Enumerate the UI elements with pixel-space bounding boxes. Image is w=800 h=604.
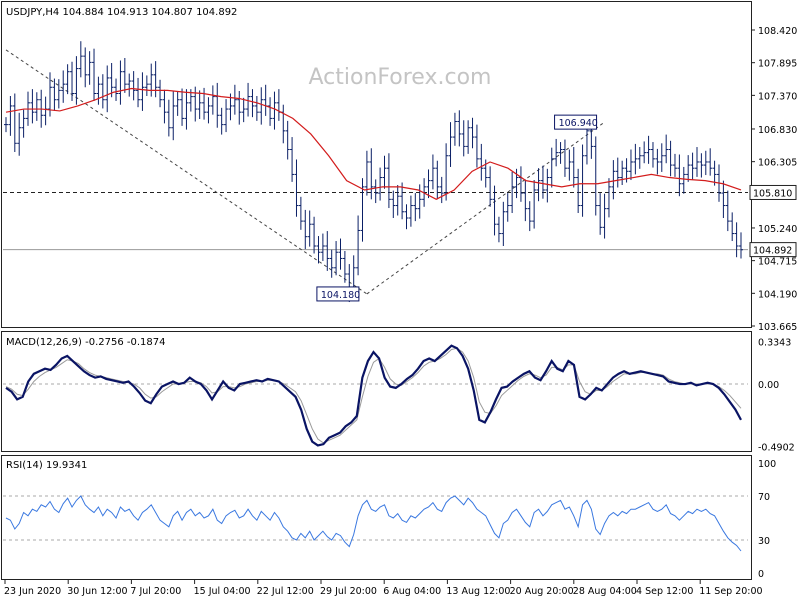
price-tick-label: 108.420 [758,26,797,37]
x-tick-label: 23 Jun 2020 [4,586,61,597]
macd-header: MACD(12,26,9) -0.2756 -0.1874 [6,337,166,348]
macd-tick-label: 0.00 [758,380,779,391]
chart-window: ActionForex.com 106.940 104.180 108.420 10… [0,0,800,600]
rsi-tick-label: 100 [758,459,776,470]
price-tick-label: 104.715 [758,257,797,268]
x-tick-label: 22 Jul 12:00 [257,586,314,597]
x-tick-label: 29 Jul 20:00 [320,586,377,597]
macd-tick-label: -0.4902 [758,443,795,454]
x-tick-label: 13 Aug 12:00 [446,586,510,597]
price-tick-label: 106.830 [758,125,797,136]
rsi-tick-label: 0 [758,569,764,580]
watermark: ActionForex.com [309,65,492,90]
price-tick-label: 107.895 [758,59,797,70]
price-annotation: 106.940 [559,118,598,129]
level-label: 105.810 [753,188,792,199]
x-tick-label: 28 Aug 04:00 [573,586,637,597]
x-tick-label: 4 Sep 12:00 [636,586,693,597]
macd-tick-label: 0.3343 [758,337,791,348]
rsi-tick-label: 30 [758,536,770,547]
price-tick-label: 105.240 [758,224,797,235]
price-annotation: 104.180 [321,290,360,301]
price-tick-label: 103.665 [758,322,797,333]
price-tick-label: 107.370 [758,91,797,102]
level-label: 104.892 [753,246,792,257]
chart-svg: ActionForex.com 106.940 104.180 108.420 10… [0,0,800,600]
x-tick-label: 6 Aug 04:00 [383,586,441,597]
x-tick-label: 20 Aug 20:00 [510,586,574,597]
symbol-header: USDJPY,H4 104.884 104.913 104.807 104.89… [6,7,237,18]
price-tick-label: 106.305 [758,158,797,169]
price-tick-label: 104.190 [758,289,797,300]
rsi-header: RSI(14) 19.9341 [6,460,87,471]
x-tick-label: 11 Sep 20:00 [699,586,762,597]
x-tick-label: 30 Jun 12:00 [67,586,127,597]
x-tick-label: 7 Jul 20:00 [130,586,181,597]
rsi-tick-label: 70 [758,492,770,503]
x-tick-label: 15 Jul 04:00 [194,586,251,597]
